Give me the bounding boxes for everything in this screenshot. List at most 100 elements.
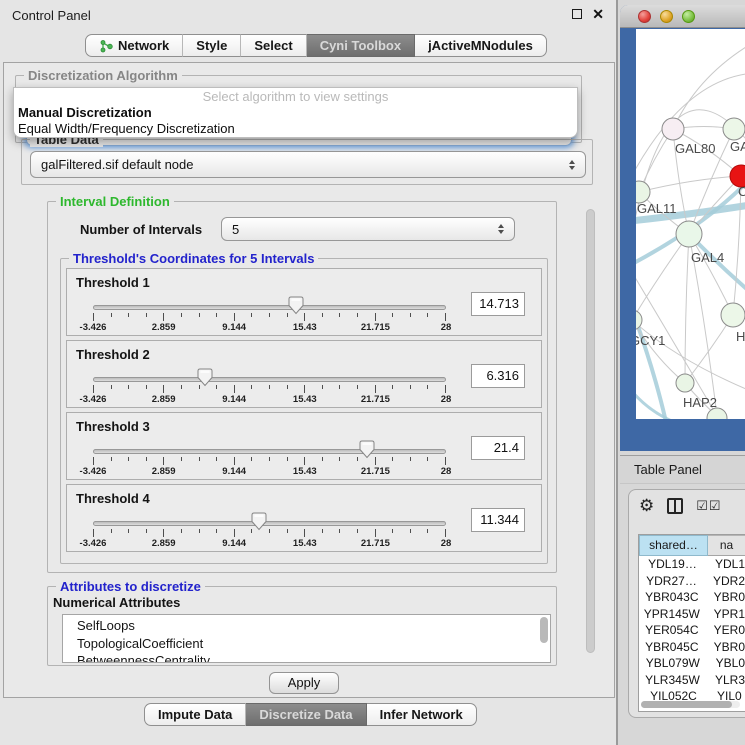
attribute-item[interactable]: SelfLoops <box>63 615 550 635</box>
threshold-value-field[interactable]: 14.713 <box>471 292 525 316</box>
node-table[interactable]: shared… na YDL19…YDL1YDR27…YDR2YBR043CYB… <box>638 534 745 712</box>
cell-name[interactable]: YLR3 <box>706 672 745 689</box>
cell-name[interactable]: YBR0 <box>705 639 745 656</box>
table-row[interactable]: YBL079WYBL0 <box>639 655 745 672</box>
network-node[interactable] <box>723 118 745 140</box>
slider-track[interactable] <box>93 305 446 310</box>
tab-jactivemnodules[interactable]: jActiveMNodules <box>415 34 547 57</box>
threshold-panel: Threshold 3 -3.4262.8599.14415.4321.7152… <box>66 412 542 480</box>
network-edge[interactable] <box>639 176 741 192</box>
slider-tick-labels: -3.4262.8599.14415.4321.71528 <box>93 466 446 478</box>
cell-shared-name[interactable]: YBL079W <box>639 655 707 672</box>
panel-scrollbar[interactable] <box>586 209 595 653</box>
tick-label: -3.426 <box>80 466 107 477</box>
network-edge[interactable] <box>673 47 745 129</box>
threshold-list: Threshold 1 -3.4262.8599.14415.4321.7152… <box>66 268 542 552</box>
numerical-attributes-list[interactable]: SelfLoopsTopologicalCoefficientBetweenne… <box>62 614 551 663</box>
tab-infer-network[interactable]: Infer Network <box>367 703 477 726</box>
network-node[interactable] <box>636 310 642 330</box>
slider-thumb[interactable] <box>197 368 213 387</box>
slider-thumb[interactable] <box>251 512 267 531</box>
slider-track[interactable] <box>93 521 446 526</box>
slider-thumb[interactable] <box>288 296 304 315</box>
float-window-icon[interactable] <box>572 9 582 19</box>
slider-track[interactable] <box>93 449 446 454</box>
network-canvas[interactable]: GAL80GACGAL11GAL4GCY1HHAP2 <box>636 29 745 419</box>
column-header-name[interactable]: na <box>708 535 745 556</box>
list-scrollbar[interactable] <box>540 617 548 643</box>
cell-name[interactable]: YER0 <box>705 622 745 639</box>
network-window-titlebar[interactable] <box>620 5 745 28</box>
tab-label: Infer Network <box>380 707 463 722</box>
tab-style[interactable]: Style <box>183 34 241 57</box>
tab-label: Impute Data <box>158 707 232 722</box>
tick-label: 21.715 <box>361 322 390 333</box>
table-row[interactable]: YBR045CYBR0 <box>639 639 745 656</box>
tick-label: 28 <box>441 322 452 333</box>
cell-name[interactable]: YPR1 <box>705 606 745 623</box>
apply-button[interactable]: Apply <box>269 672 339 694</box>
slider-track[interactable] <box>93 377 446 382</box>
cell-name[interactable]: YBR0 <box>705 589 745 606</box>
select-columns-icon[interactable]: ☑☑ <box>696 498 721 514</box>
tick-label: 9.144 <box>222 466 246 477</box>
close-icon[interactable]: ✕ <box>592 6 604 23</box>
network-edge[interactable] <box>636 389 674 419</box>
number-of-intervals-combo[interactable]: 5 <box>221 217 515 241</box>
tick-label: 15.43 <box>293 394 317 405</box>
cell-name[interactable]: YBL0 <box>707 655 745 672</box>
cell-shared-name[interactable]: YDR27… <box>639 573 704 590</box>
network-node[interactable] <box>636 181 650 203</box>
horizontal-scrollbar[interactable] <box>641 701 740 708</box>
attribute-item[interactable]: TopologicalCoefficient <box>63 635 550 653</box>
slider-thumb[interactable] <box>359 440 375 459</box>
tab-cyni-toolbox[interactable]: Cyni Toolbox <box>307 34 415 57</box>
column-header-shared[interactable]: shared… <box>639 535 708 556</box>
table-data-combo[interactable]: galFiltered.sif default node <box>30 151 586 178</box>
threshold-value-field[interactable]: 6.316 <box>471 364 525 388</box>
cell-shared-name[interactable]: YLR345W <box>639 672 706 689</box>
table-row[interactable]: YDR27…YDR2 <box>639 573 745 590</box>
cell-name[interactable]: YDL1 <box>706 556 745 573</box>
threshold-value-field[interactable]: 11.344 <box>471 508 525 532</box>
zoom-traffic-light-icon[interactable] <box>682 10 695 23</box>
table-row[interactable]: YBR043CYBR0 <box>639 589 745 606</box>
threshold-panel: Threshold 2 -3.4262.8599.14415.4321.7152… <box>66 340 542 408</box>
table-row[interactable]: YPR145WYPR1 <box>639 606 745 623</box>
close-traffic-light-icon[interactable] <box>638 10 651 23</box>
table-rows: YDL19…YDL1YDR27…YDR2YBR043CYBR0YPR145WYP… <box>639 556 745 705</box>
table-panel-title: Table Panel <box>620 455 745 484</box>
table-row[interactable]: YER054CYER0 <box>639 622 745 639</box>
tick-label: 28 <box>441 538 452 549</box>
cell-shared-name[interactable]: YBR045C <box>639 639 705 656</box>
threshold-value-field[interactable]: 21.4 <box>471 436 525 460</box>
node-label: H <box>736 329 745 344</box>
minimize-traffic-light-icon[interactable] <box>660 10 673 23</box>
slider-ticks <box>93 313 446 322</box>
tab-impute-data[interactable]: Impute Data <box>144 703 246 726</box>
tab-discretize-data[interactable]: Discretize Data <box>246 703 366 726</box>
algorithm-option[interactable]: Equal Width/Frequency Discretization <box>14 121 577 137</box>
attributes-group: Attributes to discretize Numerical Attri… <box>47 586 557 666</box>
table-row[interactable]: YLR345WYLR3 <box>639 672 745 689</box>
cell-shared-name[interactable]: YDL19… <box>639 556 706 573</box>
column-layout-icon[interactable] <box>667 498 683 514</box>
number-of-intervals-value: 5 <box>232 222 498 237</box>
attribute-item[interactable]: BetweennessCentrality <box>63 652 550 663</box>
network-node[interactable] <box>676 374 694 392</box>
cell-shared-name[interactable]: YER054C <box>639 622 705 639</box>
tick-label: 2.859 <box>152 466 176 477</box>
tab-network[interactable]: Network <box>85 34 183 57</box>
table-data-group: Table Data galFiltered.sif default node <box>21 139 593 185</box>
network-node[interactable] <box>676 221 702 247</box>
network-edge[interactable] <box>689 234 733 315</box>
settings-gear-icon[interactable]: ⚙ <box>639 496 654 516</box>
table-row[interactable]: YDL19…YDL1 <box>639 556 745 573</box>
tab-select[interactable]: Select <box>241 34 306 57</box>
cell-name[interactable]: YDR2 <box>704 573 745 590</box>
algorithm-option[interactable]: Manual Discretization <box>14 105 577 121</box>
network-node[interactable] <box>662 118 684 140</box>
cell-shared-name[interactable]: YBR043C <box>639 589 705 606</box>
network-node[interactable] <box>721 303 745 327</box>
cell-shared-name[interactable]: YPR145W <box>639 606 705 623</box>
